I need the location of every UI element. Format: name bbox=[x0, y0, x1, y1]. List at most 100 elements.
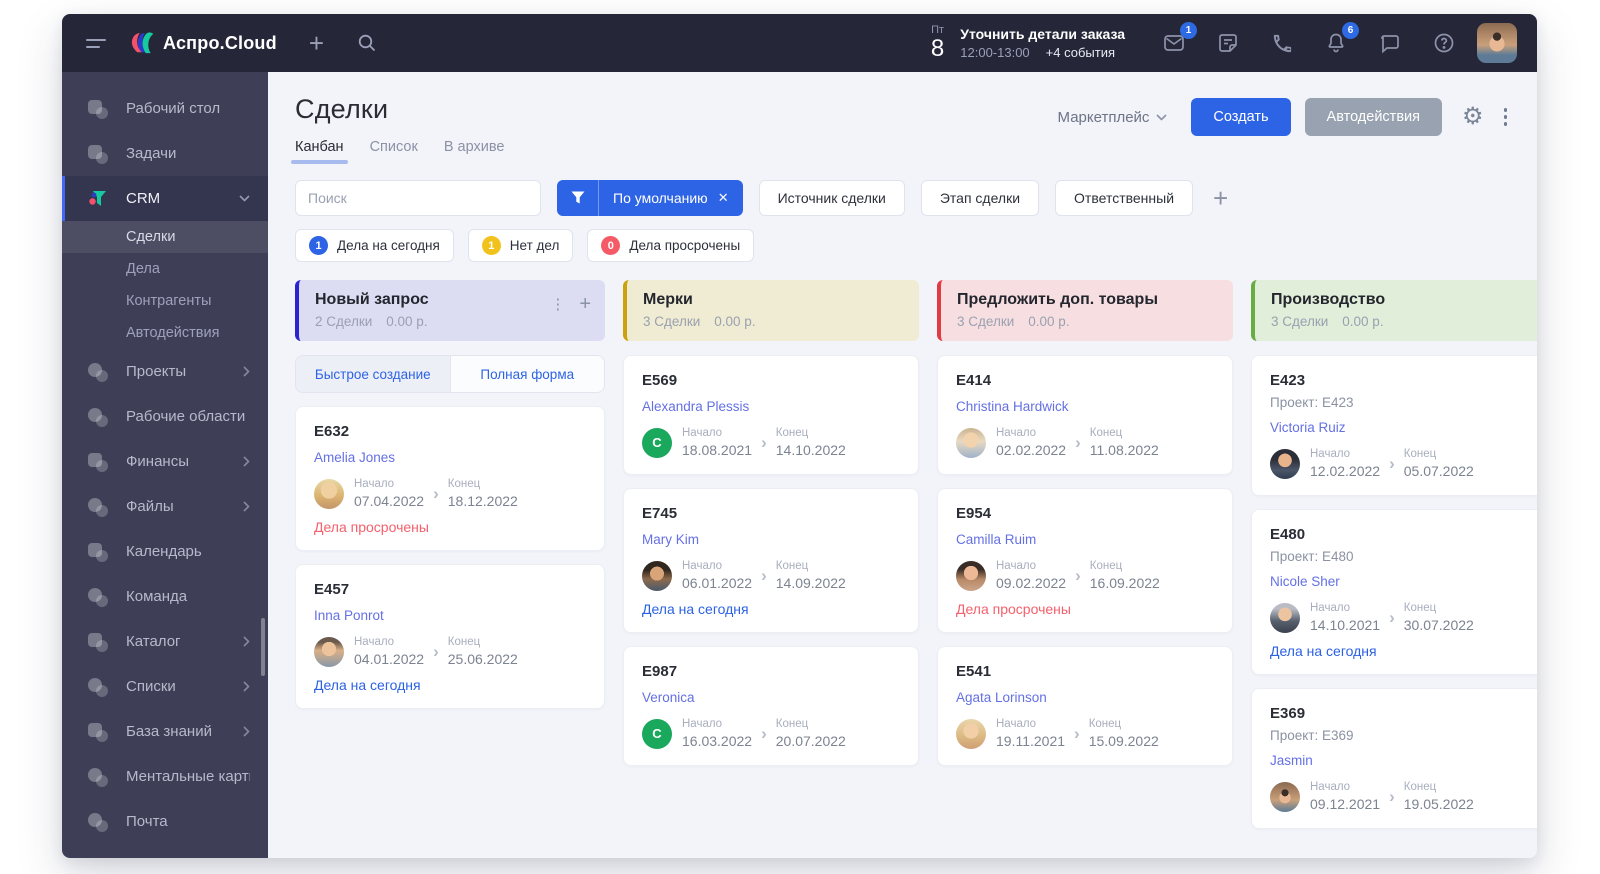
tab-archive[interactable]: В архиве bbox=[444, 139, 505, 164]
settings-gear-icon[interactable]: ⚙ bbox=[1462, 105, 1484, 129]
deal-card[interactable]: E745 Mary Kim Начало 06.01.2022 › Конец 14… bbox=[623, 488, 919, 634]
sidebar-subitem-contractors[interactable]: Контрагенты bbox=[62, 285, 268, 317]
active-filter-chip[interactable]: По умолчанию ✕ bbox=[557, 180, 743, 216]
count-badge: 1 bbox=[309, 236, 328, 255]
column-header[interactable]: Предложить доп. товары 3 Сделки 0.00 р. bbox=[937, 280, 1233, 341]
phone-icon[interactable] bbox=[1267, 28, 1297, 58]
deal-card[interactable]: E480 Проект: E480 Nicole Sher Начало 14.1… bbox=[1251, 509, 1537, 676]
chevron-down-icon bbox=[1156, 113, 1167, 121]
deal-contact-link[interactable]: Christina Hardwick bbox=[956, 399, 1069, 414]
sidebar-item-projects[interactable]: Проекты bbox=[62, 349, 268, 394]
workspace-selector[interactable]: Маркетплейс bbox=[1058, 109, 1168, 126]
search-input[interactable] bbox=[295, 180, 541, 216]
sidebar-item-lists[interactable]: Списки bbox=[62, 664, 268, 709]
deal-status-overdue[interactable]: Дела просрочены bbox=[314, 519, 586, 535]
deal-contact-link[interactable]: Mary Kim bbox=[642, 532, 699, 547]
menu-toggle-icon[interactable] bbox=[86, 38, 108, 48]
deal-contact-link[interactable]: Inna Ponrot bbox=[314, 608, 384, 623]
deal-status-today[interactable]: Дела на сегодня bbox=[642, 601, 900, 617]
sidebar-scrollbar[interactable] bbox=[261, 618, 265, 676]
tab-list[interactable]: Список bbox=[370, 139, 418, 164]
chevron-right-icon: › bbox=[1389, 787, 1395, 807]
search-icon[interactable] bbox=[352, 28, 382, 58]
filter-deal-stage-button[interactable]: Этап сделки bbox=[920, 180, 1040, 216]
filter-funnel-icon[interactable] bbox=[557, 180, 599, 216]
remove-filter-icon[interactable]: ✕ bbox=[718, 190, 743, 206]
deal-card[interactable]: E541 Agata Lorinson Начало 19.11.2021 › К… bbox=[937, 646, 1233, 767]
topbar: Аспро.Cloud + Пт 8 Уточнить детали заказ… bbox=[62, 14, 1537, 72]
deal-contact-link[interactable]: Alexandra Plessis bbox=[642, 399, 749, 414]
deal-contact-link[interactable]: Victoria Ruiz bbox=[1270, 420, 1346, 435]
mail-nav-icon bbox=[86, 810, 110, 834]
column-header[interactable]: Мерки 3 Сделки 0.00 р. bbox=[623, 280, 919, 341]
view-tabs: Канбан Список В архиве bbox=[291, 139, 505, 164]
app-logo[interactable]: Аспро.Cloud bbox=[128, 31, 277, 55]
sidebar-item-tasks[interactable]: Задачи bbox=[62, 131, 268, 176]
deal-card[interactable]: E632 Amelia Jones Начало 07.04.2022 › Кон… bbox=[295, 406, 605, 552]
sidebar-item-desktop[interactable]: Рабочий стол bbox=[62, 86, 268, 131]
tab-kanban[interactable]: Канбан bbox=[291, 139, 348, 164]
deal-id: E632 bbox=[314, 423, 350, 440]
next-event[interactable]: Уточнить детали заказа 12:00-13:00 +4 со… bbox=[960, 25, 1125, 61]
deal-card[interactable]: E987 Veronica C Начало 16.03.2022 › Конец… bbox=[623, 646, 919, 767]
sidebar-item-mindmaps[interactable]: Ментальные карты bbox=[62, 754, 268, 799]
deal-status-overdue[interactable]: Дела просрочены bbox=[956, 601, 1214, 617]
create-button[interactable]: Создать bbox=[1191, 98, 1291, 136]
sidebar-subitem-activities[interactable]: Дела bbox=[62, 253, 268, 285]
quick-add-button[interactable]: + bbox=[309, 30, 324, 56]
chevron-down-icon bbox=[239, 195, 250, 202]
sidebar-item-workspaces[interactable]: Рабочие области bbox=[62, 394, 268, 439]
deal-status-today[interactable]: Дела на сегодня bbox=[314, 677, 586, 693]
deal-id: E423 bbox=[1270, 372, 1306, 389]
sidebar-item-files[interactable]: Файлы bbox=[62, 484, 268, 529]
more-options-icon[interactable] bbox=[1498, 104, 1514, 130]
sidebar-item-catalog[interactable]: Каталог bbox=[62, 619, 268, 664]
help-icon[interactable] bbox=[1429, 28, 1459, 58]
deal-contact-link[interactable]: Veronica bbox=[642, 690, 695, 705]
deal-card[interactable]: E414 Christina Hardwick Начало 02.02.2022… bbox=[937, 355, 1233, 476]
column-header[interactable]: Новый запрос 2 Сделки 0.00 р. ⋮ + bbox=[295, 280, 605, 341]
deal-contact-link[interactable]: Agata Lorinson bbox=[956, 690, 1047, 705]
sidebar-item-crm[interactable]: CRM bbox=[62, 176, 268, 221]
sidebar-item-team[interactable]: Команда bbox=[62, 574, 268, 619]
column-deal-count: 3 Сделки bbox=[1271, 314, 1329, 329]
sidebar-item-knowledge-base[interactable]: База знаний bbox=[62, 709, 268, 754]
chat-icon[interactable] bbox=[1375, 28, 1405, 58]
full-form-button[interactable]: Полная форма bbox=[449, 356, 604, 392]
deal-card[interactable]: E457 Inna Ponrot Начало 04.01.2022 › Коне… bbox=[295, 564, 605, 710]
deal-contact-link[interactable]: Nicole Sher bbox=[1270, 574, 1340, 589]
deal-card[interactable]: E954 Camilla Ruim Начало 09.02.2022 › Кон… bbox=[937, 488, 1233, 634]
filter-deal-source-button[interactable]: Источник сделки bbox=[758, 180, 905, 216]
column-header[interactable]: Производство 3 Сделки 0.00 р. bbox=[1251, 280, 1537, 341]
sidebar-subitem-deals[interactable]: Сделки bbox=[62, 221, 268, 253]
bell-icon[interactable]: 6 bbox=[1321, 22, 1359, 58]
filter-responsible-button[interactable]: Ответственный bbox=[1055, 180, 1194, 216]
column-production: Производство 3 Сделки 0.00 р. E423 Проек… bbox=[1251, 280, 1537, 858]
quick-filter-today[interactable]: 1 Дела на сегодня bbox=[295, 229, 454, 262]
user-avatar[interactable] bbox=[1477, 23, 1517, 63]
deal-card[interactable]: E569 Alexandra Plessis C Начало 18.08.202… bbox=[623, 355, 919, 476]
deal-status-today[interactable]: Дела на сегодня bbox=[1270, 643, 1528, 659]
column-add-icon[interactable]: + bbox=[579, 294, 591, 314]
autoactions-button[interactable]: Автодействия bbox=[1304, 98, 1442, 136]
deal-contact-link[interactable]: Camilla Ruim bbox=[956, 532, 1036, 547]
add-filter-icon[interactable]: + bbox=[1213, 185, 1228, 211]
contact-avatar-initial: C bbox=[642, 427, 672, 458]
notifications-badge: 6 bbox=[1342, 22, 1359, 39]
deal-contact-link[interactable]: Jasmin bbox=[1270, 753, 1313, 768]
quick-create-button[interactable]: Быстрое создание bbox=[296, 356, 450, 392]
sidebar-item-finance[interactable]: Финансы bbox=[62, 439, 268, 484]
deal-contact-link[interactable]: Amelia Jones bbox=[314, 450, 395, 465]
deal-card[interactable]: E423 Проект: E423 Victoria Ruiz Начало 12… bbox=[1251, 355, 1537, 497]
deal-card[interactable]: E369 Проект: E369 Jasmin Начало 09.12.202… bbox=[1251, 688, 1537, 830]
sidebar-item-mail[interactable]: Почта bbox=[62, 799, 268, 844]
mail-icon[interactable]: 1 bbox=[1159, 22, 1197, 58]
sidebar-subitem-autoactions[interactable]: Автодействия bbox=[62, 317, 268, 349]
notes-icon[interactable] bbox=[1213, 28, 1243, 58]
event-more-count[interactable]: +4 события bbox=[1046, 44, 1115, 62]
column-menu-icon[interactable]: ⋮ bbox=[550, 295, 565, 313]
quick-filter-overdue[interactable]: 0 Дела просрочены bbox=[587, 229, 755, 262]
calendar-widget[interactable]: Пт 8 bbox=[931, 24, 944, 61]
quick-filter-no-activities[interactable]: 1 Нет дел bbox=[467, 229, 574, 262]
sidebar-item-calendar[interactable]: Календарь bbox=[62, 529, 268, 574]
